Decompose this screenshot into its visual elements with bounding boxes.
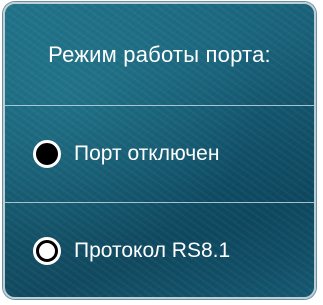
option-label: Порт отключен [74, 142, 220, 165]
option-label: Протокол RS8.1 [74, 239, 231, 262]
option-port-disabled[interactable]: Порт отключен [5, 106, 314, 202]
port-mode-panel: Режим работы порта: Порт отключен Проток… [3, 2, 316, 299]
option-protocol-rs81[interactable]: Протокол RS8.1 [5, 203, 314, 297]
radio-dot-icon [39, 243, 55, 259]
radio-button-selected[interactable] [33, 237, 61, 265]
panel-title: Режим работы порта: [48, 41, 271, 67]
radio-button-unselected[interactable] [33, 140, 61, 168]
